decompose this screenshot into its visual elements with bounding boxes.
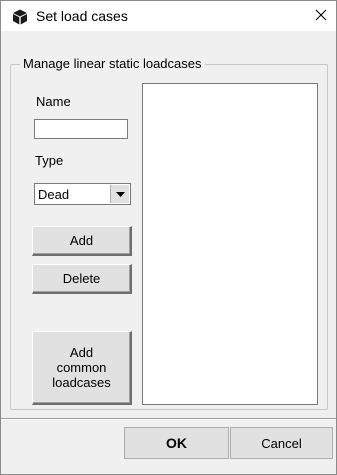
add-common-label-line2: common [56, 360, 107, 375]
footer-separator [1, 418, 336, 420]
close-icon [315, 9, 327, 24]
add-common-label-line1: Add [69, 345, 94, 360]
type-select[interactable]: Dead [34, 183, 131, 205]
delete-button[interactable]: Delete [32, 264, 132, 294]
cancel-button[interactable]: Cancel [230, 427, 333, 459]
loadcases-listbox[interactable] [142, 83, 318, 405]
type-selected-value: Dead [38, 187, 70, 202]
cube-icon [12, 9, 28, 25]
type-label: Type [35, 153, 64, 168]
add-button[interactable]: Add [32, 226, 132, 256]
ok-button[interactable]: OK [124, 427, 229, 459]
add-common-label-line3: loadcases [52, 375, 111, 390]
title-bar: Set load cases [1, 1, 336, 31]
add-common-loadcases-button[interactable]: Add common loadcases [32, 331, 132, 405]
set-load-cases-dialog: Set load cases Manage linear static load… [0, 0, 337, 475]
close-button[interactable] [306, 1, 336, 31]
name-label: Name [36, 94, 71, 109]
groupbox-title: Manage linear static loadcases [20, 56, 205, 71]
name-input[interactable] [34, 119, 128, 139]
dropdown-arrow-icon[interactable] [110, 185, 129, 203]
window-title: Set load cases [36, 8, 128, 24]
